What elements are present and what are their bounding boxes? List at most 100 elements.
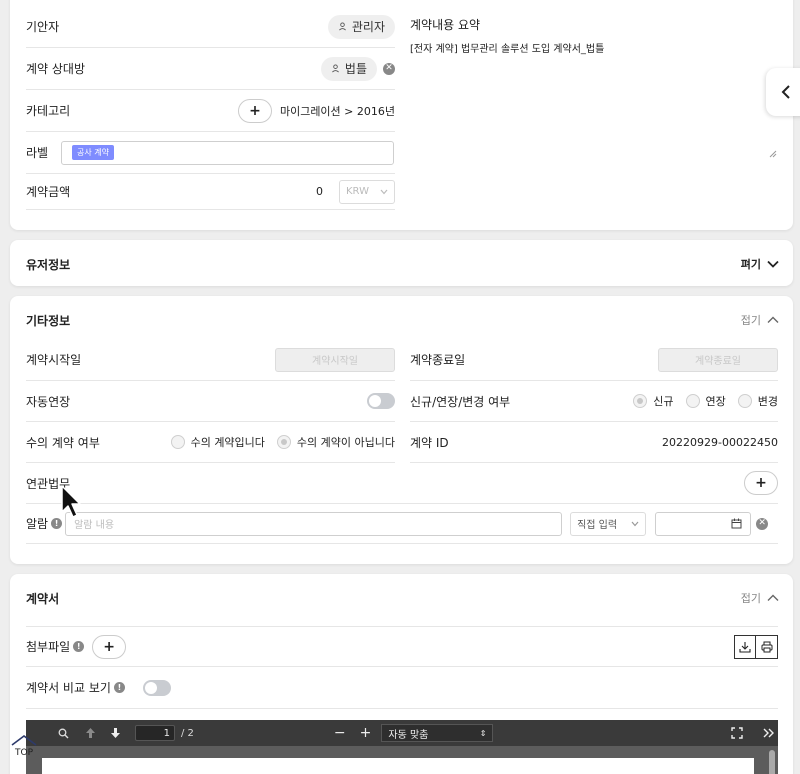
alarm-row: 알람 ! 알람 내용 직접 입력 ✕ <box>26 504 778 544</box>
chevron-up-icon <box>767 594 779 601</box>
amount-value[interactable]: 0 <box>316 185 323 198</box>
resize-handle-icon[interactable] <box>769 150 777 158</box>
auto-renew-row: 자동연장 <box>26 381 395 422</box>
type-new-label: 신규 <box>653 395 674 408</box>
etc-info-card: 기타정보 접기 계약시작일 계약시작일 자동연장 수의 계약 여부 수의 계약입… <box>10 296 793 564</box>
side-panel-toggle[interactable] <box>766 68 800 116</box>
pdf-page <box>42 758 754 774</box>
compare-row: 계약서 비교 보기 ! <box>26 667 778 709</box>
remove-party-icon[interactable]: ✕ <box>383 62 395 75</box>
add-attachment-button[interactable]: + <box>92 634 127 659</box>
auto-renew-label: 자동연장 <box>26 394 71 409</box>
label-tag[interactable]: 공사 계약 <box>72 145 114 160</box>
label-input[interactable]: 공사 계약 <box>61 140 394 165</box>
private-no-radio[interactable] <box>276 435 291 449</box>
compare-switch[interactable] <box>142 679 171 696</box>
fullscreen-icon[interactable] <box>731 727 744 739</box>
user-info-toggle-label: 펴기 <box>740 258 761 271</box>
type-change-radio[interactable] <box>737 394 752 408</box>
type-new-radio[interactable] <box>633 394 648 408</box>
related-legal-row: 연관법무 + <box>26 463 778 504</box>
category-row: 카테고리 + 마이그레이션 > 2016년 <box>26 90 395 132</box>
scroll-top-label: TOP <box>14 748 33 758</box>
chevron-up-icon <box>767 316 779 323</box>
contract-type-row: 신규/연장/변경 여부 신규 연장 변경 <box>410 381 778 422</box>
download-button[interactable] <box>734 634 756 659</box>
contract-doc-toggle[interactable]: 접기 <box>741 590 779 606</box>
double-chevron-right-icon[interactable] <box>763 728 775 738</box>
zoom-in-icon[interactable]: + <box>360 725 372 741</box>
type-extend-radio[interactable] <box>685 394 700 408</box>
page-total: / 2 <box>181 727 194 739</box>
mouse-cursor-icon <box>61 485 81 518</box>
auto-renew-switch[interactable] <box>367 393 395 409</box>
contract-doc-card: 계약서 접기 첨부파일 ! + 계약서 비교 보기 ! 1 / 2 − + 자동… <box>10 574 793 774</box>
contract-id-row: 계약 ID 20220929-00022450 <box>410 422 778 463</box>
contract-id-value: 20220929-00022450 <box>662 435 778 449</box>
contract-id-label: 계약 ID <box>410 435 449 450</box>
compare-info-icon[interactable]: ! <box>113 682 125 693</box>
download-icon <box>739 641 751 653</box>
category-path: 마이그레이션 > 2016년 <box>279 104 395 118</box>
calendar-icon[interactable] <box>731 518 742 529</box>
contract-doc-title: 계약서 <box>26 592 60 606</box>
chevron-down-icon <box>631 521 639 526</box>
compare-label: 계약서 비교 보기 <box>26 681 111 695</box>
private-yes-label: 수의 계약입니다 <box>190 436 265 449</box>
arrow-down-icon[interactable] <box>110 727 121 739</box>
attachment-info-icon[interactable]: ! <box>73 641 85 652</box>
arrow-up-icon[interactable] <box>85 727 96 739</box>
zoom-select[interactable]: 자동 맞춤 ⇕ <box>381 724 494 742</box>
user-info-card: 유저정보 펴기 <box>10 240 793 286</box>
zoom-out-icon[interactable]: − <box>334 725 346 741</box>
zoom-select-value: 자동 맞춤 <box>388 729 429 741</box>
etc-info-toggle-label: 접기 <box>740 314 761 327</box>
add-related-legal-button[interactable]: + <box>744 471 778 495</box>
private-contract-row: 수의 계약 여부 수의 계약입니다 수의 계약이 아닙니다 <box>26 422 395 463</box>
attachment-label: 첨부파일 <box>26 640 71 654</box>
currency-value: KRW <box>346 186 369 197</box>
pdf-viewer[interactable] <box>26 746 778 774</box>
private-yes-radio[interactable] <box>170 435 185 449</box>
chevron-down-icon <box>767 260 779 268</box>
chevron-left-icon <box>781 85 790 99</box>
user-icon <box>331 64 339 73</box>
amount-label: 계약금액 <box>26 185 71 199</box>
currency-select[interactable]: KRW <box>339 179 395 204</box>
basic-info-card: 기안자 관리자 계약 상대방 법틀 ✕ 카테고리 + 마이그레이션 > 2016… <box>10 0 793 230</box>
pdf-toolbar: 1 / 2 − + 자동 맞춤 ⇕ <box>26 720 778 746</box>
alarm-type-select[interactable]: 직접 입력 <box>570 511 647 536</box>
user-info-toggle[interactable]: 펴기 <box>741 256 779 272</box>
page-number-input[interactable]: 1 <box>135 725 175 741</box>
drafter-label: 기안자 <box>26 20 60 34</box>
drafter-chip: 관리자 <box>327 14 395 39</box>
private-no-label: 수의 계약이 아닙니다 <box>296 436 395 449</box>
party-chip[interactable]: 법틀 <box>320 56 377 81</box>
private-contract-label: 수의 계약 여부 <box>26 435 100 450</box>
drafter-value: 관리자 <box>351 20 385 34</box>
party-value: 법틀 <box>344 62 367 76</box>
add-category-button[interactable]: + <box>237 98 272 123</box>
chevron-up-icon <box>11 735 37 746</box>
party-label: 계약 상대방 <box>26 62 86 76</box>
pdf-scrollbar[interactable] <box>769 750 775 774</box>
scroll-top-button[interactable]: TOP <box>10 734 38 762</box>
print-button[interactable] <box>756 634 778 659</box>
updown-icon: ⇕ <box>479 728 487 738</box>
start-date-input[interactable]: 계약시작일 <box>275 347 395 372</box>
contract-type-label: 신규/연장/변경 여부 <box>410 394 511 409</box>
clear-alarm-icon[interactable]: ✕ <box>756 517 769 530</box>
summary-text[interactable]: [전자 계약] 법무관리 솔루션 도입 계약서_법틀 <box>410 40 604 55</box>
drafter-row: 기안자 관리자 <box>26 6 395 48</box>
summary-label: 계약내용 요약 <box>410 18 481 32</box>
user-icon <box>338 22 346 31</box>
party-row: 계약 상대방 법틀 ✕ <box>26 48 395 90</box>
etc-info-toggle[interactable]: 접기 <box>741 312 779 328</box>
end-date-input[interactable]: 계약종료일 <box>658 347 778 372</box>
alarm-label: 알람 <box>26 517 49 531</box>
search-icon[interactable] <box>58 728 69 739</box>
user-info-title: 유저정보 <box>26 258 71 272</box>
alarm-date-input[interactable] <box>655 511 752 536</box>
type-change-label: 변경 <box>757 395 778 408</box>
alarm-input[interactable]: 알람 내용 <box>65 511 563 536</box>
